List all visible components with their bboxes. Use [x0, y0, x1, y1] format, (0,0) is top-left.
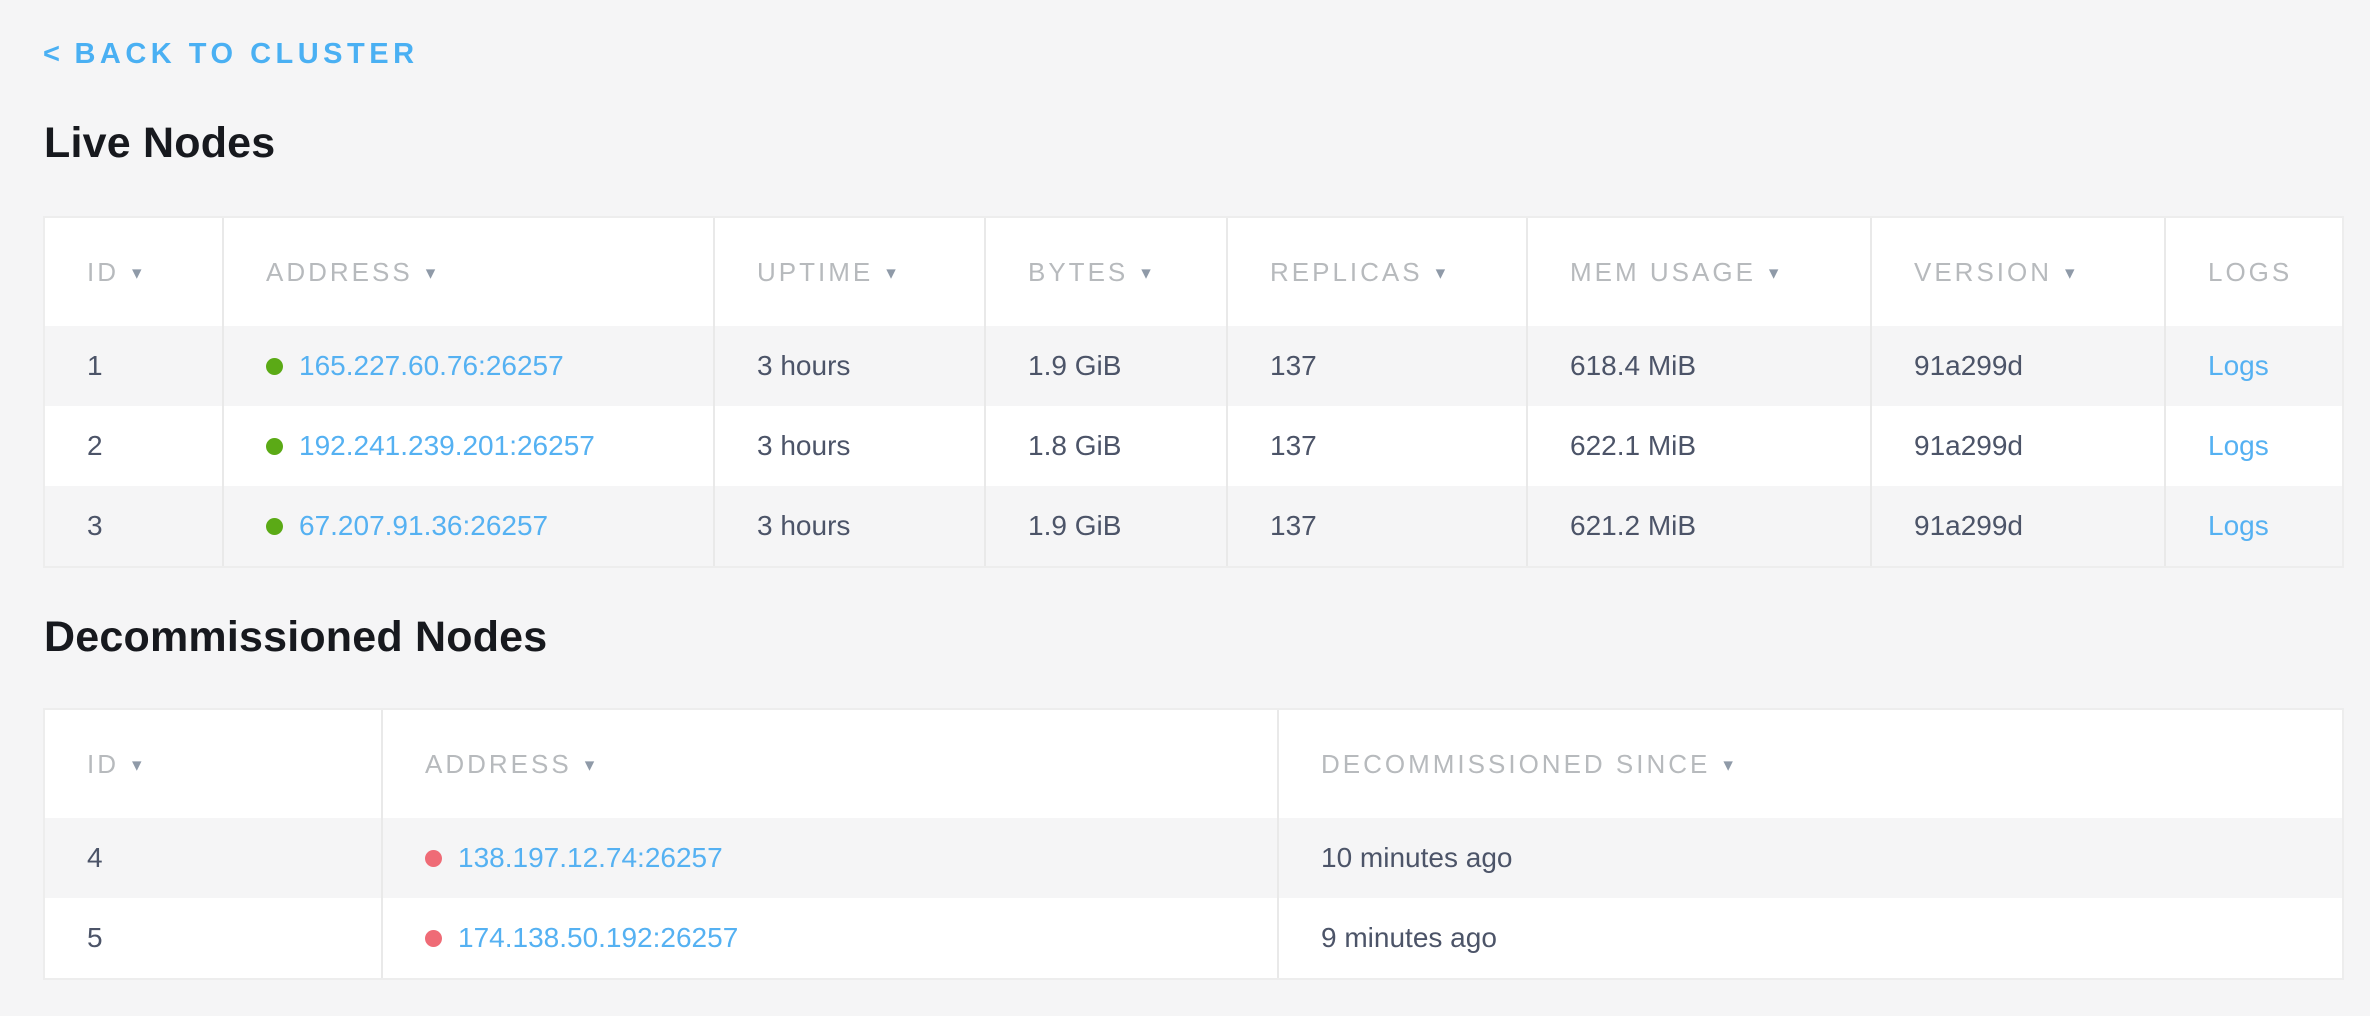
table-row: 2 192.241.239.201:26257 3 hours 1.8 GiB … [45, 406, 2342, 486]
live-col-header-mem-usage[interactable]: MEM USAGE ▾ [1526, 218, 1870, 326]
sort-arrow-icon: ▾ [426, 262, 436, 285]
decommissioned-nodes-table: ID ▾ ADDRESS ▾ DECOMMISSIONED SINCE ▾ 4 … [43, 708, 2344, 980]
node-id: 1 [87, 350, 103, 382]
node-address-link[interactable]: 165.227.60.76:26257 [299, 350, 564, 382]
back-to-cluster-link[interactable]: < BACK TO CLUSTER [43, 38, 419, 70]
sort-arrow-icon: ▾ [1769, 262, 1779, 285]
node-uptime: 3 hours [757, 510, 850, 542]
sort-arrow-icon: ▾ [886, 262, 896, 285]
back-chevron-icon: < [43, 38, 64, 70]
live-col-header-logs: LOGS [2164, 218, 2342, 326]
node-uptime: 3 hours [757, 430, 850, 462]
decommissioned-status-icon [425, 850, 442, 867]
node-id: 3 [87, 510, 103, 542]
sort-arrow-icon: ▾ [132, 262, 142, 285]
node-id: 4 [87, 842, 103, 874]
node-id: 2 [87, 430, 103, 462]
live-nodes-table: ID ▾ ADDRESS ▾ UPTIME ▾ BYTES ▾ REPLICAS… [43, 216, 2344, 568]
node-address-link[interactable]: 67.207.91.36:26257 [299, 510, 548, 542]
live-status-icon [266, 438, 283, 455]
decommissioned-since: 10 minutes ago [1321, 842, 1512, 874]
node-replicas: 137 [1270, 350, 1317, 382]
node-address-link[interactable]: 138.197.12.74:26257 [458, 842, 723, 874]
sort-arrow-icon: ▾ [1723, 754, 1733, 777]
node-version: 91a299d [1914, 510, 2023, 542]
back-link-label: BACK TO CLUSTER [74, 38, 418, 70]
live-col-header-address[interactable]: ADDRESS ▾ [222, 218, 713, 326]
sort-arrow-icon: ▾ [1141, 262, 1151, 285]
node-bytes: 1.9 GiB [1028, 510, 1121, 542]
decommissioned-col-header-address[interactable]: ADDRESS ▾ [381, 710, 1277, 818]
sort-arrow-icon: ▾ [132, 754, 142, 777]
table-row: 4 138.197.12.74:26257 10 minutes ago [45, 818, 2342, 898]
live-nodes-header-row: ID ▾ ADDRESS ▾ UPTIME ▾ BYTES ▾ REPLICAS… [45, 218, 2342, 326]
live-status-icon [266, 518, 283, 535]
live-col-header-replicas[interactable]: REPLICAS ▾ [1226, 218, 1526, 326]
page-content: < BACK TO CLUSTER Live Nodes ID ▾ ADDRESS… [0, 0, 2370, 980]
node-version: 91a299d [1914, 430, 2023, 462]
node-replicas: 137 [1270, 510, 1317, 542]
node-bytes: 1.9 GiB [1028, 350, 1121, 382]
live-status-icon [266, 358, 283, 375]
node-address-link[interactable]: 174.138.50.192:26257 [458, 922, 738, 954]
live-col-header-id[interactable]: ID ▾ [45, 218, 222, 326]
node-logs-link[interactable]: Logs [2208, 510, 2269, 542]
decommissioned-col-header-since[interactable]: DECOMMISSIONED SINCE ▾ [1277, 710, 2342, 818]
sort-arrow-icon: ▾ [2065, 262, 2075, 285]
live-col-header-version[interactable]: VERSION ▾ [1870, 218, 2164, 326]
live-nodes-title: Live Nodes [44, 120, 2370, 166]
decommissioned-nodes-title: Decommissioned Nodes [44, 614, 2370, 660]
table-row: 1 165.227.60.76:26257 3 hours 1.9 GiB 13… [45, 326, 2342, 406]
node-address-link[interactable]: 192.241.239.201:26257 [299, 430, 595, 462]
decommissioned-col-header-id[interactable]: ID ▾ [45, 710, 381, 818]
node-mem-usage: 621.2 MiB [1570, 510, 1696, 542]
node-bytes: 1.8 GiB [1028, 430, 1121, 462]
sort-arrow-icon: ▾ [585, 754, 595, 777]
decommissioned-nodes-header-row: ID ▾ ADDRESS ▾ DECOMMISSIONED SINCE ▾ [45, 710, 2342, 818]
live-col-header-bytes[interactable]: BYTES ▾ [984, 218, 1226, 326]
decommissioned-since: 9 minutes ago [1321, 922, 1497, 954]
node-version: 91a299d [1914, 350, 2023, 382]
sort-arrow-icon: ▾ [1436, 262, 1446, 285]
node-logs-link[interactable]: Logs [2208, 350, 2269, 382]
node-replicas: 137 [1270, 430, 1317, 462]
decommissioned-status-icon [425, 930, 442, 947]
node-id: 5 [87, 922, 103, 954]
node-logs-link[interactable]: Logs [2208, 430, 2269, 462]
node-uptime: 3 hours [757, 350, 850, 382]
node-mem-usage: 622.1 MiB [1570, 430, 1696, 462]
node-mem-usage: 618.4 MiB [1570, 350, 1696, 382]
table-row: 5 174.138.50.192:26257 9 minutes ago [45, 898, 2342, 978]
live-col-header-uptime[interactable]: UPTIME ▾ [713, 218, 984, 326]
table-row: 3 67.207.91.36:26257 3 hours 1.9 GiB 137… [45, 486, 2342, 566]
